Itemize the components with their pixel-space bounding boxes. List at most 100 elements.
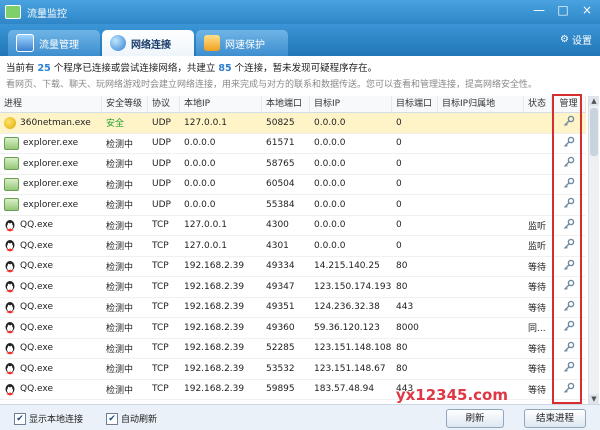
end-process-button[interactable]: 结束进程 (524, 409, 586, 428)
qq-penguin-icon (4, 383, 16, 396)
maximize-button[interactable]: □ (554, 3, 572, 17)
cell-process: explorer.exe (0, 198, 102, 211)
qq-penguin-icon (4, 301, 16, 314)
minimize-button[interactable]: — (530, 3, 548, 17)
watermark: yx12345.com (396, 386, 508, 404)
cell-local-port: 49360 (262, 323, 310, 333)
table-row[interactable]: QQ.exe检测中TCP192.168.2.3952285123.151.148… (0, 339, 586, 360)
header-local-port[interactable]: 本地端口 (262, 96, 310, 112)
header-remote-ip[interactable]: 目标IP (310, 96, 392, 112)
cell-process: QQ.exe (0, 362, 102, 375)
cell-manage (552, 177, 586, 192)
manage-key-icon[interactable] (563, 218, 575, 230)
header-state[interactable]: 状态 (524, 96, 552, 112)
explorer-icon (4, 178, 19, 191)
manage-key-icon[interactable] (563, 259, 575, 271)
tab-network-connection[interactable]: 网络连接 (102, 30, 194, 56)
checkbox-label: 自动刷新 (121, 412, 157, 425)
manage-key-icon[interactable] (563, 300, 575, 312)
summary-panel: 当前有 25 个程序已连接或尝试连接网络，共建立 85 个连接，暂未发现可疑程序… (6, 60, 596, 90)
window-controls: — □ × (530, 3, 596, 17)
table-row[interactable]: QQ.exe检测中TCP192.168.2.394933414.215.140.… (0, 257, 586, 278)
cell-security: 检测中 (102, 260, 148, 273)
cell-security: 检测中 (102, 239, 148, 252)
cell-protocol: TCP (148, 302, 180, 312)
table-row[interactable]: explorer.exe检测中UDP0.0.0.0605040.0.0.00 (0, 175, 586, 196)
tab-traffic-management[interactable]: 流量管理 (8, 30, 100, 56)
explorer-icon (4, 137, 19, 150)
tab-label: 流量管理 (39, 36, 79, 51)
close-button[interactable]: × (578, 3, 596, 17)
manage-key-icon[interactable] (563, 238, 575, 250)
manage-key-icon[interactable] (563, 279, 575, 291)
header-protocol[interactable]: 协议 (148, 96, 180, 112)
refresh-button[interactable]: 刷新 (446, 409, 504, 428)
cell-protocol: UDP (148, 179, 180, 189)
scroll-up-arrow-icon[interactable]: ▲ (589, 96, 599, 106)
manage-key-icon[interactable] (563, 382, 575, 394)
cell-local-ip: 192.168.2.39 (180, 364, 262, 374)
header-process[interactable]: 进程 (0, 96, 102, 112)
scroll-thumb[interactable] (590, 108, 598, 156)
scroll-down-arrow-icon[interactable]: ▼ (589, 394, 599, 404)
auto-refresh-checkbox[interactable]: ✔ 自动刷新 (106, 412, 157, 425)
cell-protocol: TCP (148, 343, 180, 353)
cell-remote-ip: 0.0.0.0 (310, 179, 392, 189)
table-row[interactable]: QQ.exe检测中TCP127.0.0.143000.0.0.00监听 (0, 216, 586, 237)
cell-local-ip: 192.168.2.39 (180, 323, 262, 333)
header-manage[interactable]: 管理 (552, 96, 586, 112)
cell-local-port: 59895 (262, 384, 310, 394)
cell-local-ip: 0.0.0.0 (180, 179, 262, 189)
manage-key-icon[interactable] (563, 361, 575, 373)
table-scrollbar[interactable]: ▲ ▼ (588, 96, 599, 404)
manage-key-icon[interactable] (563, 197, 575, 209)
table-row[interactable]: QQ.exe检测中TCP192.168.2.3949351124.236.32.… (0, 298, 586, 319)
manage-key-icon[interactable] (563, 156, 575, 168)
header-remote-port[interactable]: 目标端口 (392, 96, 438, 112)
cell-remote-ip: 0.0.0.0 (310, 159, 392, 169)
manage-key-icon[interactable] (563, 136, 575, 148)
cell-security: 安全 (102, 116, 148, 129)
app-logo-icon (5, 5, 21, 19)
manage-key-icon[interactable] (563, 177, 575, 189)
cell-remote-ip: 0.0.0.0 (310, 200, 392, 210)
cell-manage (552, 218, 586, 233)
cell-security: 检测中 (102, 280, 148, 293)
cell-local-port: 61571 (262, 138, 310, 148)
cell-local-ip: 192.168.2.39 (180, 384, 262, 394)
process-name: QQ.exe (20, 220, 53, 230)
cell-remote-ip: 0.0.0.0 (310, 241, 392, 251)
cell-security: 检测中 (102, 383, 148, 396)
tab-speed-protection[interactable]: 网速保护 (196, 30, 288, 56)
explorer-icon (4, 157, 19, 170)
manage-key-icon[interactable] (563, 320, 575, 332)
cell-remote-port: 0 (392, 241, 438, 251)
manage-key-icon[interactable] (563, 341, 575, 353)
header-location[interactable]: 目标IP归属地 (438, 96, 524, 112)
cell-protocol: TCP (148, 384, 180, 394)
table-row[interactable]: explorer.exe检测中UDP0.0.0.0553840.0.0.00 (0, 195, 586, 216)
table-row[interactable]: explorer.exe检测中UDP0.0.0.0587650.0.0.00 (0, 154, 586, 175)
cell-manage (552, 382, 586, 397)
cell-local-port: 49347 (262, 282, 310, 292)
manage-key-icon[interactable] (563, 115, 575, 127)
cell-state: 等待 (524, 280, 552, 293)
cell-protocol: TCP (148, 220, 180, 230)
cell-process: QQ.exe (0, 219, 102, 232)
table-row[interactable]: QQ.exe检测中TCP127.0.0.143010.0.0.00监听 (0, 236, 586, 257)
cell-remote-ip: 0.0.0.0 (310, 220, 392, 230)
cell-state: 等待 (524, 383, 552, 396)
table-row[interactable]: 360netman.exe安全UDP127.0.0.1508250.0.0.00 (0, 113, 586, 134)
explorer-icon (4, 198, 19, 211)
table-row[interactable]: QQ.exe检测中TCP192.168.2.3949347123.150.174… (0, 277, 586, 298)
settings-button[interactable]: ⚙ 设置 (560, 32, 592, 47)
show-local-checkbox[interactable]: ✔ 显示本地连接 (14, 412, 83, 425)
header-security[interactable]: 安全等级 (102, 96, 148, 112)
table-row[interactable]: QQ.exe检测中TCP192.168.2.3953532123.151.148… (0, 359, 586, 380)
cell-remote-ip: 14.215.140.25 (310, 261, 392, 271)
header-local-ip[interactable]: 本地IP (180, 96, 262, 112)
table-row[interactable]: QQ.exe检测中TCP192.168.2.394936059.36.120.1… (0, 318, 586, 339)
table-row[interactable]: explorer.exe检测中UDP0.0.0.0615710.0.0.00 (0, 134, 586, 155)
qq-penguin-icon (4, 362, 16, 375)
cell-remote-ip: 123.150.174.193 (310, 282, 392, 292)
